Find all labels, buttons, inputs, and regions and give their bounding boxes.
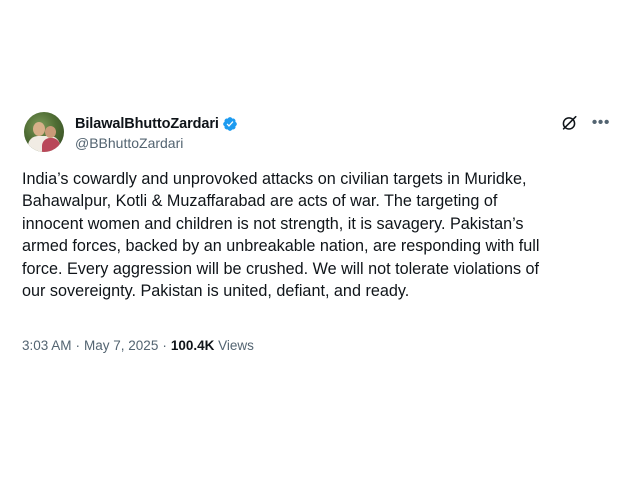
grok-icon[interactable] — [560, 114, 578, 132]
verified-badge-icon — [222, 117, 237, 131]
separator: · — [162, 338, 167, 353]
name-row: BilawalBhuttoZardari — [75, 114, 238, 134]
avatar-face — [33, 122, 45, 136]
tweet-text-line: armed forces, backed by an unbreakable n… — [22, 237, 540, 256]
user-info: BilawalBhuttoZardari @BBhuttoZardari — [75, 114, 238, 151]
avatar[interactable] — [24, 112, 64, 152]
views-count: 100.4K — [170, 338, 215, 353]
post-time[interactable]: 3:03 AM — [22, 338, 72, 353]
tweet-text-line: force. Every aggression will be crushed.… — [22, 259, 540, 278]
tweet-meta: 3:03 AM · May 7, 2025 · 100.4K Views — [22, 338, 254, 353]
avatar-face-secondary — [45, 126, 56, 138]
tweet-text-line: Bahawalpur, Kotli & Muzaffarabad are act… — [22, 192, 498, 211]
display-name[interactable]: BilawalBhuttoZardari — [75, 116, 219, 132]
tweet-actions: ••• — [560, 114, 610, 132]
page: BilawalBhuttoZardari @BBhuttoZardari •••… — [0, 0, 640, 480]
post-date[interactable]: May 7, 2025 — [84, 338, 158, 353]
tweet-text-line: our sovereignty. Pakistan is united, def… — [22, 282, 410, 301]
tweet-text-line: innocent women and children is not stren… — [22, 214, 524, 233]
more-options-icon[interactable]: ••• — [592, 115, 610, 131]
views-label: Views — [218, 338, 254, 353]
avatar-figure-secondary — [42, 138, 60, 152]
tweet-text: India’s cowardly and unprovoked attacks … — [22, 168, 612, 302]
tweet-text-line: India’s cowardly and unprovoked attacks … — [22, 170, 527, 188]
separator: · — [75, 338, 81, 353]
user-handle[interactable]: @BBhuttoZardari — [75, 135, 238, 151]
